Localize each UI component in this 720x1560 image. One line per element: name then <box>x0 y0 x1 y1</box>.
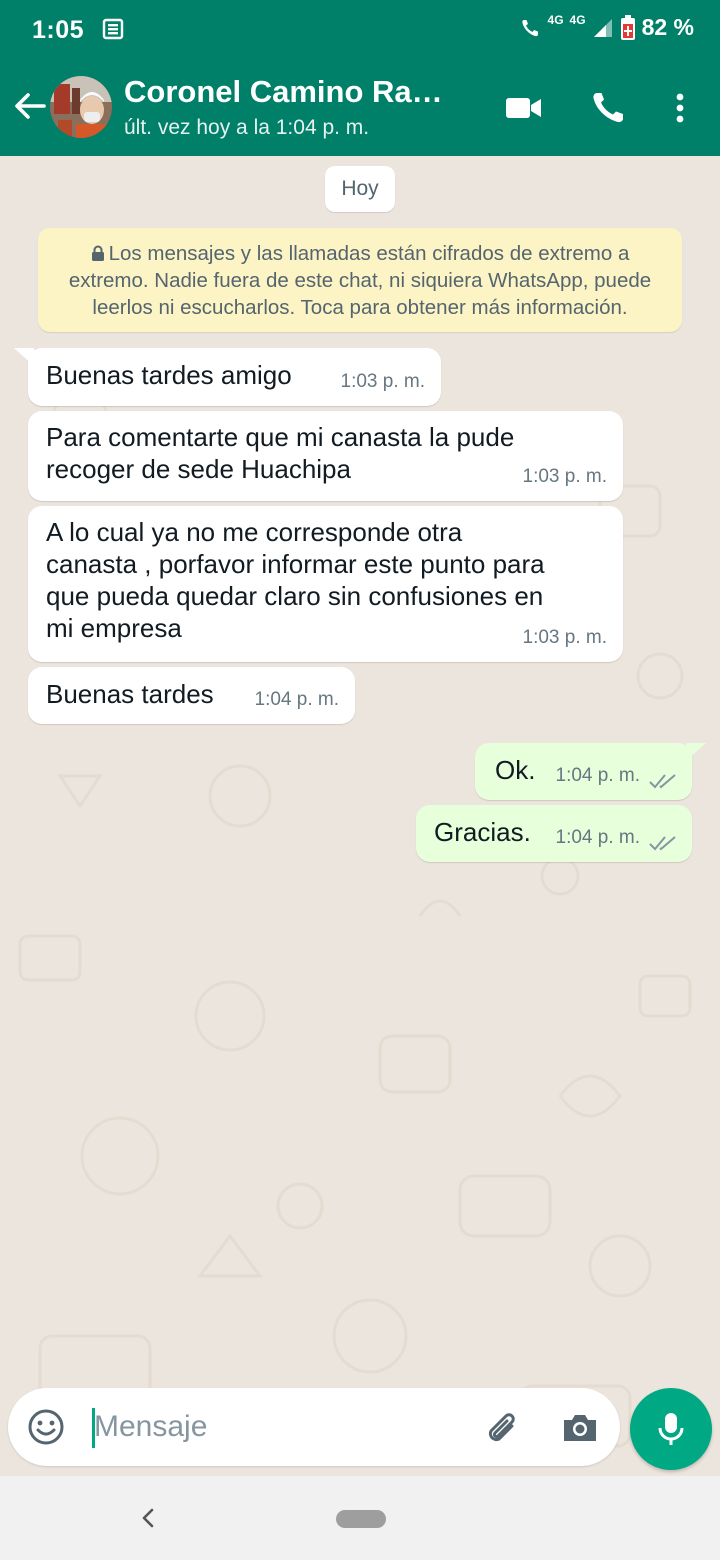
status-time: 1:05 <box>32 16 85 44</box>
network-type-1: 4G <box>547 12 564 27</box>
message-text: Buenas tardes <box>46 679 214 709</box>
attach-clip-icon[interactable] <box>482 1408 522 1448</box>
signal-icon <box>593 18 612 37</box>
message-composer[interactable]: Mensaje <box>8 1388 620 1466</box>
avatar-photo <box>50 76 112 138</box>
message-text: Buenas tardes amigo <box>46 360 292 390</box>
message-time: 1:04 p. m. <box>555 765 641 786</box>
status-icons: 4G 4G 82 % <box>520 12 694 41</box>
nav-back-icon[interactable] <box>132 1498 162 1538</box>
message-text: Ok. <box>495 755 536 785</box>
read-double-check-icon <box>649 836 676 851</box>
system-nav-bar <box>0 1476 720 1560</box>
message-time: 1:04 p. m. <box>555 827 641 848</box>
message-time: 1:04 p. m. <box>254 689 340 710</box>
phone-call-icon[interactable] <box>588 88 628 128</box>
encryption-notice-line-1: Los mensajes y las llamadas están cifrad… <box>48 240 672 267</box>
message-text: Para comentarte que mi canasta la pude r… <box>46 422 515 484</box>
lock-icon <box>91 245 104 261</box>
message-bubble-incoming[interactable]: A lo cual ya no me corresponde otra cana… <box>28 506 623 662</box>
battery-icon <box>620 14 635 40</box>
voice-message-button[interactable] <box>630 1388 712 1470</box>
message-text: A lo cual ya no me corresponde otra cana… <box>46 517 545 643</box>
video-call-icon[interactable] <box>504 88 544 128</box>
microphone-icon <box>658 1413 684 1445</box>
nav-home-pill[interactable] <box>336 1510 386 1528</box>
message-bubble-incoming[interactable]: Para comentarte que mi canasta la pude r… <box>28 411 623 501</box>
message-bubble-outgoing[interactable]: Gracias. 1:04 p. m. <box>416 805 692 862</box>
back-arrow-icon[interactable] <box>10 86 50 126</box>
date-chip: Hoy <box>325 166 395 212</box>
message-bubble-outgoing[interactable]: Ok. 1:04 p. m. <box>475 743 692 800</box>
chat-area[interactable]: Hoy Los mensajes y las llamadas están ci… <box>0 156 720 1476</box>
volte-call-icon <box>521 19 538 36</box>
encryption-notice-line-2: extremo. Nadie fuera de este chat, ni si… <box>68 269 652 292</box>
message-text: Gracias. <box>434 817 531 847</box>
contact-name[interactable]: Coronel Camino Ramir… <box>124 74 469 110</box>
message-input[interactable]: Mensaje <box>94 1410 207 1444</box>
more-options-icon[interactable] <box>660 88 700 128</box>
contact-avatar[interactable] <box>50 76 112 138</box>
last-seen-status: últ. vez hoy a la 1:04 p. m. <box>124 116 370 139</box>
message-time: 1:03 p. m. <box>522 466 608 487</box>
battery-percent: 82 % <box>641 14 694 40</box>
message-time: 1:03 p. m. <box>340 371 426 392</box>
network-type-2: 4G <box>569 12 586 27</box>
emoji-icon[interactable] <box>26 1407 66 1447</box>
message-time: 1:03 p. m. <box>522 627 608 648</box>
encryption-notice-line-3: leerlos ni escucharlos. Toca para obtene… <box>92 296 628 319</box>
read-double-check-icon <box>649 774 676 789</box>
chat-header: Coronel Camino Ramir… últ. vez hoy a la … <box>0 60 720 156</box>
news-notification-icon <box>102 18 124 40</box>
message-bubble-incoming[interactable]: Buenas tardes 1:04 p. m. <box>28 667 355 724</box>
encryption-notice[interactable]: Los mensajes y las llamadas están cifrad… <box>38 228 682 332</box>
camera-icon[interactable] <box>560 1408 600 1448</box>
status-bar: 1:05 4G 4G 82 % <box>0 0 720 60</box>
message-bubble-incoming[interactable]: Buenas tardes amigo 1:03 p. m. <box>28 348 441 406</box>
